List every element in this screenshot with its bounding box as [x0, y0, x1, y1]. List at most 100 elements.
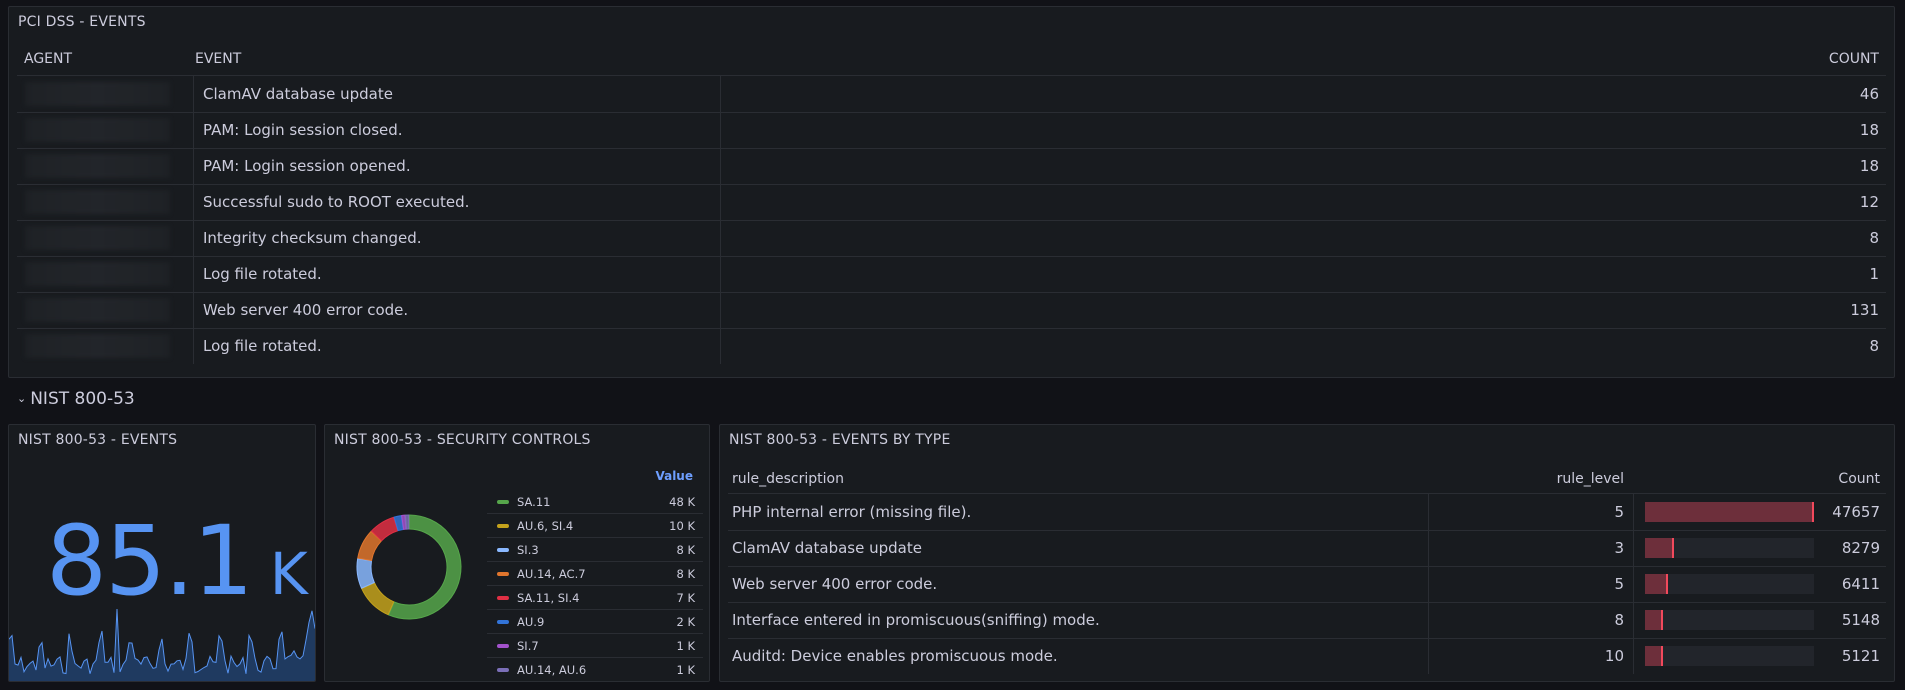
table-row[interactable]: Web server 400 error code. 5 6411 [728, 566, 1886, 603]
gauge-fill [1645, 502, 1814, 522]
rule-level-cell: 5 [1614, 575, 1624, 593]
column-divider [1428, 638, 1429, 674]
legend-item[interactable]: AU.14, AC.7 8 K [487, 562, 703, 586]
legend-value: 48 K [669, 495, 695, 509]
redacted-agent [25, 118, 170, 142]
table-row[interactable]: Integrity checksum changed. 8 [17, 220, 1886, 257]
legend-item[interactable]: SI.7 1 K [487, 634, 703, 658]
nist-events-by-type-panel: NIST 800-53 - EVENTS BY TYPE rule_descri… [719, 424, 1895, 682]
redacted-agent [25, 154, 170, 178]
column-divider [720, 292, 721, 328]
count-gauge [1645, 538, 1814, 558]
column-header-event[interactable]: EVENT [195, 51, 241, 67]
legend-label: AU.6, SI.4 [517, 519, 574, 533]
legend-item[interactable]: SA.11 48 K [487, 490, 703, 514]
legend-label: AU.14, AU.6 [517, 663, 587, 677]
legend-swatch [497, 524, 509, 528]
chevron-down-icon: ⌄ [17, 392, 27, 405]
count-cell: 6411 [1841, 575, 1880, 593]
gauge-fill [1645, 538, 1675, 558]
count-cell: 5121 [1841, 647, 1880, 665]
table-row[interactable]: Log file rotated. 8 [17, 328, 1886, 364]
rule-description-cell: ClamAV database update [732, 539, 922, 557]
stat-unit: K [269, 540, 308, 608]
legend-item[interactable]: AU.6, SI.4 10 K [487, 514, 703, 538]
redacted-agent [25, 334, 170, 358]
table-row[interactable]: Successful sudo to ROOT executed. 12 [17, 184, 1886, 221]
legend-swatch [497, 572, 509, 576]
legend-item[interactable]: SA.11, SI.4 7 K [487, 586, 703, 610]
column-header-rule-description[interactable]: rule_description [732, 471, 844, 487]
legend-swatch [497, 500, 509, 504]
legend-value: 8 K [676, 543, 695, 557]
donut-slice[interactable] [356, 558, 375, 589]
agent-cell [17, 76, 194, 112]
rule-level-cell: 8 [1614, 611, 1624, 629]
stat-number: 85.1 [46, 505, 254, 617]
legend-item[interactable]: AU.9 2 K [487, 610, 703, 634]
event-cell: Successful sudo to ROOT executed. [203, 193, 470, 211]
legend-label: AU.9 [517, 615, 545, 629]
rule-level-cell: 10 [1604, 647, 1624, 665]
count-cell: 1 [1869, 265, 1879, 283]
count-cell: 5148 [1841, 611, 1880, 629]
legend-swatch [497, 668, 509, 672]
column-divider [1633, 530, 1634, 566]
legend-header-value[interactable]: Value [655, 469, 693, 483]
redacted-agent [25, 298, 170, 322]
donut-chart [356, 514, 462, 620]
donut-slice[interactable] [404, 514, 410, 530]
column-divider [1428, 494, 1429, 530]
legend-swatch [497, 596, 509, 600]
column-divider [1428, 530, 1429, 566]
legend-value: 2 K [676, 615, 695, 629]
agent-cell [17, 220, 194, 256]
column-divider [720, 184, 721, 220]
stat-value: 85.1 K [46, 513, 308, 609]
event-cell: Web server 400 error code. [203, 301, 409, 319]
column-header-count[interactable]: COUNT [1829, 51, 1879, 67]
column-header-count[interactable]: Count [1838, 471, 1880, 487]
gauge-fill [1645, 574, 1668, 594]
table-row[interactable]: PAM: Login session closed. 18 [17, 112, 1886, 149]
column-header-agent[interactable]: AGENT [24, 51, 72, 67]
table-row[interactable]: ClamAV database update 46 [17, 76, 1886, 113]
gauge-marker [1661, 646, 1664, 666]
column-divider [720, 112, 721, 148]
count-gauge [1645, 502, 1814, 522]
agent-cell [17, 112, 194, 148]
legend-value: 10 K [669, 519, 695, 533]
count-cell: 8 [1869, 337, 1879, 355]
table-row[interactable]: PAM: Login session opened. 18 [17, 148, 1886, 185]
table-row[interactable]: Interface entered in promiscuous(sniffin… [728, 602, 1886, 639]
row-toggle-nist[interactable]: ⌄ NIST 800-53 [17, 389, 135, 409]
count-cell: 131 [1850, 301, 1879, 319]
agent-cell [17, 292, 194, 328]
column-divider [1633, 602, 1634, 638]
table-row[interactable]: Auditd: Device enables promiscuous mode.… [728, 638, 1886, 674]
panel-title: NIST 800-53 - EVENTS BY TYPE [729, 432, 951, 448]
donut-slice[interactable] [361, 582, 395, 616]
table-row[interactable]: Web server 400 error code. 131 [17, 292, 1886, 329]
panel-title: NIST 800-53 - EVENTS [18, 432, 178, 448]
count-cell: 8279 [1841, 539, 1880, 557]
redacted-agent [25, 190, 170, 214]
redacted-agent [25, 82, 170, 106]
gauge-marker [1672, 538, 1675, 558]
redacted-agent [25, 262, 170, 286]
column-header-rule-level[interactable]: rule_level [1557, 471, 1624, 487]
table-row[interactable]: ClamAV database update 3 8279 [728, 530, 1886, 567]
table-row[interactable]: Log file rotated. 1 [17, 256, 1886, 293]
agent-cell [17, 148, 194, 184]
gauge-marker [1661, 610, 1664, 630]
table-row[interactable]: PHP internal error (missing file). 5 47657 [728, 494, 1886, 531]
agent-cell [17, 328, 194, 364]
nist-security-controls-panel: NIST 800-53 - SECURITY CONTROLS Value SA… [324, 424, 710, 682]
section-title: NIST 800-53 [30, 389, 135, 409]
legend-value: 8 K [676, 567, 695, 581]
count-cell: 47657 [1832, 503, 1880, 521]
legend-item[interactable]: SI.3 8 K [487, 538, 703, 562]
count-cell: 8 [1869, 229, 1879, 247]
legend-item[interactable]: AU.14, AU.6 1 K [487, 658, 703, 681]
column-divider [720, 76, 721, 112]
